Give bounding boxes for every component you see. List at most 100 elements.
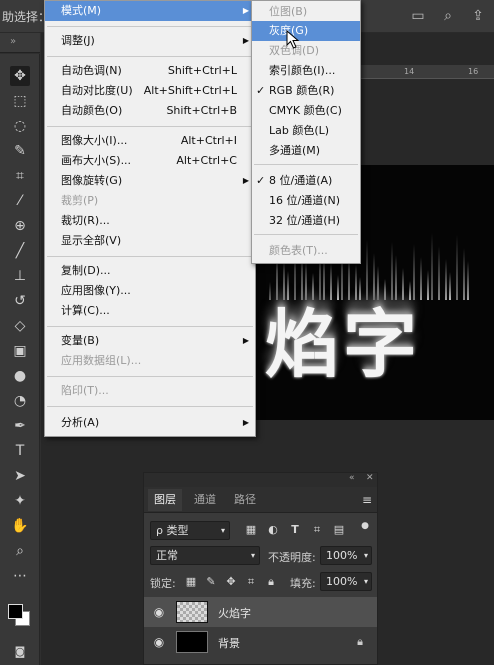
search-icon[interactable]: ⌕ (440, 8, 456, 24)
collapse-icon[interactable]: » (10, 36, 16, 47)
panel-topbar: « ✕ (144, 473, 377, 487)
layer-row[interactable]: ◉ 背景 🔒︎ (144, 627, 377, 657)
shape-icon[interactable]: ✦ (10, 491, 30, 511)
menu-item[interactable]: 自动色调(N) Shift+Ctrl+L (45, 61, 255, 81)
menu-item[interactable]: 图像大小(I)... Alt+Ctrl+I (45, 131, 255, 151)
mode-menu-item[interactable]: 索引颜色(I)... (252, 61, 360, 81)
lasso-icon[interactable]: ◌ (10, 116, 30, 136)
mode-menu-item[interactable]: 16 位/通道(N) (252, 191, 360, 211)
filter-type-icon[interactable]: T (288, 523, 302, 537)
mode-menu-item[interactable]: ✓ RGB 颜色(R) (252, 81, 360, 101)
menu-item[interactable]: 图像旋转(G) ▶ (45, 171, 255, 191)
menu-separator (47, 376, 253, 377)
brush-icon[interactable]: ╱ (10, 241, 30, 261)
menu-item[interactable]: 自动对比度(U) Alt+Shift+Ctrl+L (45, 81, 255, 101)
filter-shape-icon[interactable]: ⌗ (310, 523, 324, 537)
menu-item-label: 自动颜色(O) (61, 104, 123, 117)
pen-icon[interactable]: ✒ (10, 416, 30, 436)
history-brush-icon[interactable]: ↺ (10, 291, 30, 311)
marquee-icon[interactable]: ⬚ (10, 91, 30, 111)
menu-separator (47, 56, 253, 57)
layer-row[interactable]: ◉ 火焰字 (144, 597, 377, 627)
menu-item-label: 显示全部(V) (61, 234, 122, 247)
visibility-eye-icon[interactable]: ◉ (152, 635, 166, 649)
workspace-icon[interactable]: ▭ (410, 8, 426, 24)
menu-item-label: 16 位/通道(N) (269, 194, 341, 207)
submenu-arrow-icon: ▶ (242, 176, 249, 185)
menu-item-label: 计算(C)... (61, 304, 110, 317)
menu-item[interactable]: 画布大小(S)... Alt+Ctrl+C (45, 151, 255, 171)
filter-toggle-icon[interactable]: ● (358, 519, 372, 533)
type-icon[interactable]: T (10, 441, 30, 461)
hand-icon[interactable]: ✋ (10, 516, 30, 536)
menu-item[interactable]: 裁切(R)... (45, 211, 255, 231)
fill-value: 100% (326, 575, 358, 588)
menu-item[interactable]: 复制(D)... (45, 261, 255, 281)
mode-menu-item[interactable]: 灰度(G) (252, 21, 360, 41)
chevron-down-icon: ▾ (220, 526, 225, 535)
menu-item[interactable]: 模式(M) ▶ (45, 1, 255, 21)
menu-item-label: Lab 颜色(L) (269, 124, 330, 137)
flame-stroke (438, 246, 440, 300)
filter-smart-object-icon[interactable]: ▤ (332, 523, 346, 537)
flame-stroke (467, 261, 469, 300)
move-icon[interactable]: ✥ (10, 66, 30, 86)
tab-channels[interactable]: 通道 (188, 489, 222, 511)
menu-item[interactable]: 计算(C)... (45, 301, 255, 321)
more-icon[interactable]: ⋯ (10, 566, 30, 586)
menu-item[interactable]: 显示全部(V) (45, 231, 255, 251)
dodge-icon[interactable]: ◔ (10, 391, 30, 411)
opacity-field[interactable]: 100% ▾ (320, 546, 372, 565)
lock-artboard-icon[interactable]: ⌗ (244, 575, 258, 589)
foreground-color-swatch[interactable] (8, 604, 23, 619)
layers-panel: « ✕ 图层 通道 路径 ≡ ρ 类型 ▾ ▦ ◐ T ⌗ ▤ ● 正常 ▾ 不… (143, 472, 378, 665)
toolbar-collapse-strip[interactable]: » (0, 33, 40, 53)
healing-brush-icon[interactable]: ⊕ (10, 216, 30, 236)
lock-position-icon[interactable]: ✥ (224, 575, 238, 589)
crop-icon[interactable]: ⌗ (10, 166, 30, 186)
blur-icon[interactable]: ● (10, 366, 30, 386)
menu-item-label: 复制(D)... (61, 264, 111, 277)
menu-separator (47, 406, 253, 407)
share-icon[interactable]: ⇪ (470, 8, 486, 24)
lock-all-icon[interactable]: 🔒︎ (264, 575, 278, 589)
mode-menu-item[interactable]: ✓ 8 位/通道(A) (252, 171, 360, 191)
menu-item[interactable]: 应用图像(Y)... (45, 281, 255, 301)
menu-item[interactable]: 调整(J) ▶ (45, 31, 255, 51)
menu-item-shortcut: Shift+Ctrl+L (167, 64, 237, 77)
eraser-icon[interactable]: ◇ (10, 316, 30, 336)
clone-stamp-icon[interactable]: ⊥ (10, 266, 30, 286)
layer-filter-select[interactable]: ρ 类型 ▾ (150, 521, 230, 540)
visibility-eye-icon[interactable]: ◉ (152, 605, 166, 619)
chevron-down-icon: ▾ (250, 551, 255, 560)
menu-item-label: 变量(B) (61, 334, 100, 347)
fill-label: 填充: (290, 577, 316, 590)
mode-menu-item[interactable]: Lab 颜色(L) (252, 121, 360, 141)
mode-menu-item[interactable]: 多通道(M) (252, 141, 360, 161)
filter-adjustment-icon[interactable]: ◐ (266, 523, 280, 537)
path-select-icon[interactable]: ➤ (10, 466, 30, 486)
quick-mask-icon[interactable]: ◙ (10, 642, 30, 662)
panel-menu-icon[interactable]: ≡ (360, 493, 374, 507)
menu-item-label: RGB 颜色(R) (269, 84, 335, 97)
tab-paths[interactable]: 路径 (228, 489, 262, 511)
collapse-panel-icon[interactable]: « (349, 473, 355, 483)
gradient-icon[interactable]: ▣ (10, 341, 30, 361)
lock-transparent-icon[interactable]: ▦ (184, 575, 198, 589)
lock-pixels-icon[interactable]: ✎ (204, 575, 218, 589)
mode-submenu: 位图(B) 灰度(G) 双色调(D) 索引颜色(I)... ✓ RGB 颜色(R) CMYK… (251, 0, 361, 264)
blend-mode-select[interactable]: 正常 ▾ (150, 546, 260, 565)
close-panel-icon[interactable]: ✕ (366, 473, 374, 483)
menu-separator (254, 234, 358, 235)
mode-menu-item[interactable]: CMYK 颜色(C) (252, 101, 360, 121)
filter-pixel-icon[interactable]: ▦ (244, 523, 258, 537)
mode-menu-item[interactable]: 32 位/通道(H) (252, 211, 360, 231)
menu-item[interactable]: 变量(B) ▶ (45, 331, 255, 351)
fill-field[interactable]: 100% ▾ (320, 572, 372, 591)
menu-item[interactable]: 分析(A) ▶ (45, 413, 255, 433)
zoom-icon[interactable]: ⌕ (10, 541, 30, 561)
eyedropper-icon[interactable]: ⁄ (10, 191, 30, 211)
tab-layers[interactable]: 图层 (148, 489, 182, 511)
quick-select-icon[interactable]: ✎ (10, 141, 30, 161)
menu-item[interactable]: 自动颜色(O) Shift+Ctrl+B (45, 101, 255, 121)
